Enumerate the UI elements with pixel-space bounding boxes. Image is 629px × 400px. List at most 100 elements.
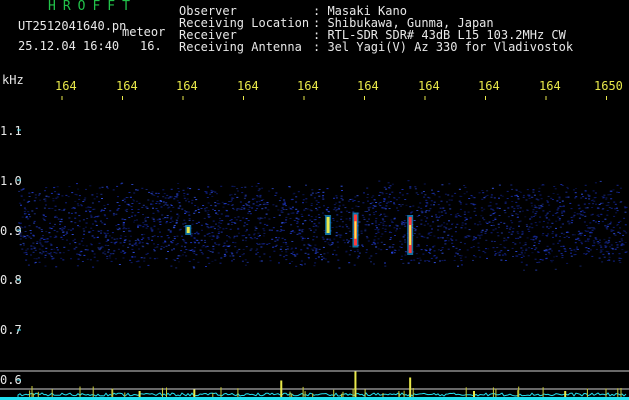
- noise-speck: [137, 212, 140, 213]
- noise-speck: [184, 222, 187, 224]
- noise-speck: [173, 225, 176, 226]
- spectrum-blip: [31, 386, 33, 397]
- noise-speck: [515, 195, 518, 197]
- noise-speck: [498, 184, 501, 186]
- noise-speck: [404, 251, 407, 252]
- noise-speck: [60, 257, 63, 259]
- noise-speck: [520, 247, 523, 249]
- noise-speck: [560, 184, 563, 185]
- noise-speck: [248, 210, 251, 212]
- noise-speck: [578, 208, 581, 210]
- noise-speck: [263, 223, 266, 225]
- noise-speck: [52, 257, 55, 259]
- noise-speck: [203, 208, 206, 210]
- noise-speck: [597, 223, 600, 225]
- noise-speck: [331, 242, 334, 244]
- noise-speck: [195, 199, 198, 201]
- noise-speck: [65, 194, 68, 196]
- noise-speck: [551, 250, 553, 252]
- noise-speck: [594, 192, 597, 194]
- noise-speck: [49, 236, 52, 238]
- noise-speck: [461, 264, 463, 266]
- noise-speck: [530, 216, 533, 218]
- noise-speck: [511, 188, 514, 190]
- noise-speck: [160, 236, 163, 238]
- noise-speck: [64, 233, 67, 235]
- noise-speck: [366, 197, 369, 198]
- noise-speck: [437, 229, 440, 231]
- noise-speck: [297, 218, 300, 220]
- noise-speck: [566, 231, 569, 233]
- noise-speck: [383, 199, 386, 201]
- noise-speck: [475, 238, 477, 240]
- noise-speck: [193, 252, 196, 254]
- noise-speck: [156, 219, 159, 221]
- noise-speck: [182, 239, 185, 241]
- noise-speck: [533, 194, 536, 196]
- noise-speck: [201, 246, 204, 248]
- noise-speck: [491, 213, 494, 215]
- noise-speck: [473, 236, 476, 238]
- noise-speck: [424, 216, 427, 217]
- noise-speck: [94, 216, 97, 217]
- noise-speck: [310, 203, 313, 204]
- noise-speck: [285, 209, 288, 210]
- noise-speck: [472, 259, 474, 261]
- noise-speck: [265, 213, 268, 215]
- noise-speck: [194, 210, 197, 212]
- noise-speck: [577, 204, 580, 206]
- noise-speck: [356, 250, 359, 252]
- noise-speck: [55, 197, 58, 199]
- noise-speck: [492, 224, 495, 226]
- noise-speck: [63, 209, 65, 211]
- noise-speck: [393, 249, 396, 251]
- noise-speck: [474, 214, 477, 216]
- noise-speck: [322, 257, 325, 259]
- noise-speck: [140, 239, 143, 241]
- noise-speck: [391, 191, 394, 193]
- noise-speck: [349, 245, 352, 247]
- noise-speck: [449, 238, 452, 240]
- noise-speck: [375, 233, 378, 234]
- noise-speck: [616, 184, 619, 186]
- noise-speck: [332, 219, 335, 221]
- noise-speck: [133, 200, 135, 202]
- noise-speck: [301, 238, 304, 239]
- noise-speck: [399, 205, 402, 207]
- noise-speck: [103, 223, 106, 225]
- noise-speck: [106, 232, 109, 234]
- noise-speck: [525, 264, 528, 266]
- noise-speck: [484, 252, 487, 254]
- noise-speck: [163, 193, 166, 195]
- noise-speck: [130, 215, 133, 217]
- noise-speck: [465, 191, 468, 193]
- noise-speck: [555, 233, 558, 235]
- noise-speck: [521, 249, 524, 251]
- noise-speck: [562, 205, 565, 207]
- noise-speck: [46, 241, 49, 243]
- noise-speck: [177, 188, 180, 189]
- noise-speck: [274, 245, 277, 247]
- noise-speck: [253, 233, 256, 235]
- noise-speck: [80, 204, 83, 206]
- noise-speck: [259, 235, 261, 237]
- noise-speck: [542, 184, 545, 186]
- noise-speck: [324, 258, 327, 260]
- noise-speck: [59, 223, 61, 225]
- noise-speck: [364, 211, 367, 212]
- noise-speck: [348, 230, 351, 232]
- noise-speck: [405, 204, 408, 206]
- noise-speck: [401, 204, 404, 206]
- noise-speck: [365, 236, 368, 237]
- noise-speck: [310, 204, 313, 206]
- noise-speck: [146, 225, 149, 227]
- noise-speck: [478, 221, 481, 223]
- noise-speck: [609, 246, 611, 248]
- noise-speck: [522, 254, 525, 256]
- noise-speck: [21, 248, 24, 250]
- noise-speck: [73, 238, 76, 240]
- noise-speck: [292, 251, 295, 253]
- noise-speck: [306, 208, 309, 210]
- noise-speck: [93, 217, 96, 218]
- noise-speck: [233, 208, 236, 210]
